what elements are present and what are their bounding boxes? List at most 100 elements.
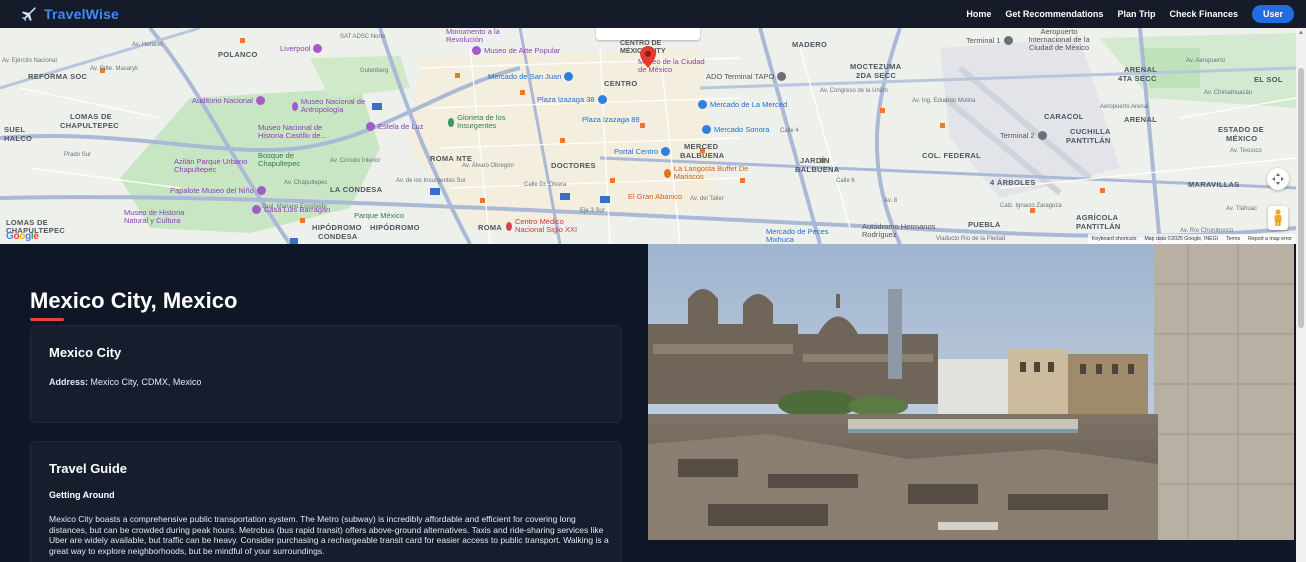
nav-get-recommendations-link[interactable]: Get Recommendations (1005, 9, 1103, 19)
map-district-label: 4TA SECC (1118, 74, 1157, 83)
map-district-label: MÉXICO (1226, 134, 1258, 143)
top-navbar: TravelWise Home Get Recommendations Plan… (0, 0, 1306, 28)
map-district-label: CONDESA (318, 232, 358, 241)
map-poi-portal-centro[interactable]: Portal Centro (614, 147, 671, 156)
map-district-label: 2DA SECC (856, 71, 897, 80)
map-poi-glorieta-insurgentes[interactable]: Glorieta de los Insurgentes (448, 114, 518, 130)
map-poi-la-langosta[interactable]: La Langosta Buffet De Mariscos (664, 165, 754, 181)
map-street-label: Av. Ejército Nacional (2, 58, 57, 64)
getting-around-text: Mexico City boasts a comprehensive publi… (49, 514, 609, 556)
map-poi-museo-arte-popular[interactable]: Museo de Arte Popular (472, 46, 560, 55)
map-poi-terminal-2[interactable]: Terminal 2 (1000, 131, 1047, 140)
map-poi-castillo[interactable]: Museo Nacional de Historia Castillo de..… (258, 124, 348, 140)
google-logo: Google (6, 231, 39, 242)
map-district-label: COL. FEDERAL (922, 151, 982, 160)
map-district-label: CUCHILLA (1070, 127, 1111, 136)
place-name-heading: Mexico City (49, 345, 122, 360)
map-poi-parque-aztlan[interactable]: Azilán Parque Urbano Chapultepec (174, 158, 264, 174)
keyboard-shortcuts-link[interactable]: Keyboard shortcuts (1092, 236, 1137, 242)
street-view-pegman-button[interactable] (1268, 206, 1288, 230)
map-poi-parque-mexico[interactable]: Parque México (354, 211, 404, 220)
map-view[interactable]: POLANCO REFORMA SOC LOMAS DE CHAPULTEPEC… (0, 28, 1296, 244)
map-camera-control-button[interactable] (1267, 168, 1289, 190)
map-district-label: ROMA NTE (430, 154, 473, 163)
map-district-label: EL SOL (1254, 75, 1283, 84)
map-poi-aeropuerto[interactable]: Aeropuerto Internacional de la Ciudad de… (1026, 28, 1092, 52)
map-district-label: LA CONDESA (330, 185, 383, 194)
map-street-label: Av. Circuito Interior (330, 158, 381, 164)
map-poi-mercado-sonora[interactable]: Mercado Sonora (702, 125, 769, 134)
map-poi-gran-abanico[interactable]: El Gran Abanico (628, 192, 682, 201)
map-poi-auditorio-nacional[interactable]: Auditorio Nacional (192, 96, 265, 105)
map-poi-museo-historia-natural[interactable]: Museo de Historia Natural y Cultura (124, 209, 204, 225)
scrollbar-thumb[interactable] (1298, 68, 1304, 328)
pegman-icon (1274, 209, 1282, 226)
bus-station-icon (777, 72, 787, 81)
map-street-label: Av. Tláhuac (1226, 206, 1258, 212)
map-poi-plaza-izazaga-38[interactable]: Plaza Izazaga 38 (537, 95, 607, 104)
map-location-pin-icon[interactable] (640, 46, 656, 68)
map-district-label: DOCTORES (551, 161, 596, 170)
map-street-label: Viaducto Río de la Piedad (936, 236, 1006, 242)
map-district-label: PANTITLÁN (1076, 222, 1121, 231)
park-icon (448, 117, 455, 127)
map-district-label: PUEBLA (968, 220, 1001, 229)
map-district-label: ARENAL (1124, 115, 1158, 124)
map-poi-bosque-chapultepec[interactable]: Bosque de Chapultepec (258, 152, 318, 168)
shopping-cart-icon (698, 100, 707, 109)
brand-logo-link[interactable]: TravelWise (20, 6, 119, 22)
map-poi-mercado-merced[interactable]: Mercado de La Merced (698, 100, 787, 109)
map-district-label: MARAVILLAS (1188, 180, 1240, 189)
map-district-label: PANTITLÁN (1066, 136, 1111, 145)
map-footer-bar: Keyboard shortcuts Map data ©2025 Google… (1087, 234, 1296, 244)
museum-icon (252, 205, 261, 214)
map-street-label: Calle 6 (836, 178, 855, 184)
report-map-error-link[interactable]: Report a map error (1248, 236, 1292, 242)
map-poi-mercado-peces[interactable]: Mercado de Peces Mixhuca (766, 228, 836, 244)
map-district-label: CENTRO (604, 79, 638, 88)
map-poi-ado-tapo[interactable]: ADO Terminal TAPO (706, 72, 787, 81)
map-district-label: HIPÓDROMO (312, 223, 362, 232)
app-root: TravelWise Home Get Recommendations Plan… (0, 0, 1306, 562)
scroll-up-arrow-icon[interactable]: ▲ (1298, 30, 1304, 36)
hospital-icon (506, 221, 512, 231)
map-street-label: Av. Texcoco (1230, 148, 1262, 154)
map-street-label: Av. Congreso de la Unión (820, 88, 888, 94)
map-poi-estela-de-luz[interactable]: Estela de Luz (366, 122, 423, 131)
destination-content: Mexico City, Mexico Mexico City Address:… (0, 244, 1296, 562)
museum-icon (472, 46, 481, 55)
restaurant-icon (664, 168, 671, 178)
map-district-label: MERCED (684, 142, 719, 151)
theater-icon (255, 96, 265, 105)
map-street-label: SAT ADSC Norte (340, 34, 386, 40)
nav-home-link[interactable]: Home (966, 9, 991, 19)
map-poi-centro-medico[interactable]: Centro Médico Nacional Siglo XXI (506, 218, 590, 234)
map-street-label: Av. Aeropuerto (1186, 58, 1226, 64)
map-street-label: Gral. Mariano Escobedo (262, 204, 327, 210)
map-data-attribution: Map data ©2025 Google, INEGI (1144, 236, 1219, 242)
nav-check-finances-link[interactable]: Check Finances (1169, 9, 1238, 19)
shopping-cart-icon (702, 125, 711, 134)
page-scrollbar[interactable]: ▲ (1296, 28, 1306, 562)
map-street-label: Calle 4 (780, 128, 799, 134)
map-poi-plaza-izazaga-89[interactable]: Plaza Izazaga 89 (582, 115, 640, 124)
place-details-card: Mexico City Address: Mexico City, CDMX, … (30, 325, 622, 423)
map-poi-museo-antropologia[interactable]: Museo Nacional de Antropología (292, 98, 372, 114)
terms-link[interactable]: Terms (1226, 236, 1240, 242)
shopping-cart-icon (564, 72, 574, 81)
user-button[interactable]: User (1251, 5, 1294, 23)
map-poi-monumento-revolucion[interactable]: Monumento a la Revolución (446, 28, 516, 44)
getting-around-subheading: Getting Around (49, 490, 115, 500)
map-poi-liverpool[interactable]: Liverpool (280, 44, 323, 53)
brand-name: TravelWise (44, 6, 120, 22)
map-district-label: SUEL (4, 125, 26, 134)
nav-plan-trip-link[interactable]: Plan Trip (1117, 9, 1155, 19)
shopping-icon (313, 44, 323, 53)
museum-icon (256, 186, 266, 195)
map-poi-papalote[interactable]: Papalote Museo del Niño (170, 186, 266, 195)
map-poi-terminal-1[interactable]: Terminal 1 (966, 36, 1013, 45)
map-poi-mercado-san-juan[interactable]: Mercado de San Juan (488, 72, 574, 81)
map-street-label: Av. Chimalhuacán (1204, 90, 1253, 96)
shopping-icon (661, 147, 671, 156)
map-top-info-card[interactable] (596, 28, 700, 40)
